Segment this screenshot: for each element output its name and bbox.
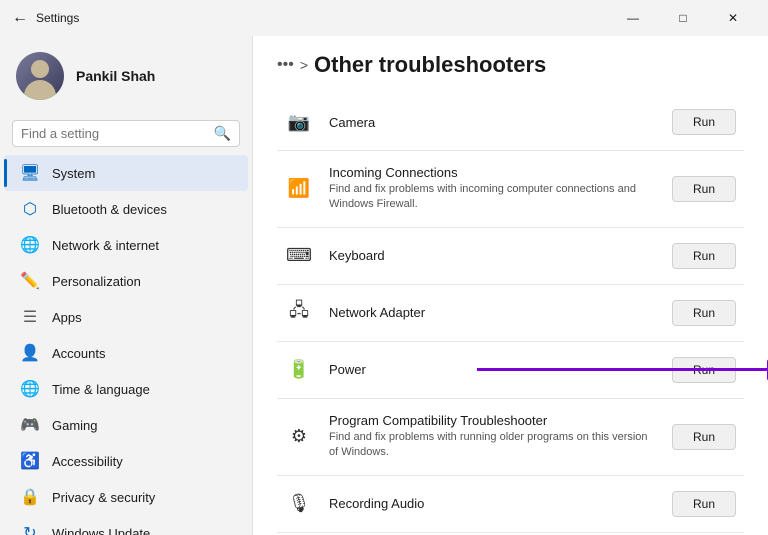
troubleshooter-item-power: 🔋PowerRun xyxy=(277,342,744,399)
avatar xyxy=(16,52,64,100)
troubleshooter-item-incoming-connections: 📶 Incoming Connections Find and fix proble… xyxy=(277,151,744,228)
sidebar-item-label-time: Time & language xyxy=(52,382,150,397)
incoming-connections-name: Incoming Connections xyxy=(329,165,656,180)
keyboard-name: Keyboard xyxy=(329,248,656,263)
personalization-icon: ✏️ xyxy=(20,271,40,291)
troubleshooter-item-camera: 📷 Camera Run xyxy=(277,94,744,151)
camera-text: Camera xyxy=(329,115,656,130)
close-button[interactable]: ✕ xyxy=(710,4,756,32)
sidebar-item-label-accounts: Accounts xyxy=(52,346,105,361)
privacy-icon: 🔒 xyxy=(20,487,40,507)
sidebar-item-label-personalization: Personalization xyxy=(52,274,141,289)
incoming-connections-text: Incoming Connections Find and fix problem… xyxy=(329,165,656,213)
sidebar-item-system[interactable]: 🖥 System xyxy=(4,155,248,191)
sidebar-item-update[interactable]: ↻ Windows Update xyxy=(4,515,248,535)
breadcrumb-separator: > xyxy=(300,57,308,73)
sidebar-item-time[interactable]: 🌐 Time & language xyxy=(4,371,248,407)
troubleshooter-item-program-compatibility: ⚙ Program Compatibility Troubleshooter Fin… xyxy=(277,399,744,476)
search-box[interactable]: 🔍 xyxy=(12,120,240,147)
apps-icon: ☰ xyxy=(20,307,40,327)
keyboard-icon: ⌨ xyxy=(285,242,313,270)
recording-audio-name: Recording Audio xyxy=(329,496,656,511)
sidebar-item-privacy[interactable]: 🔒 Privacy & security xyxy=(4,479,248,515)
troubleshooter-list: 📷 Camera Run 📶 Incoming Connections Find and … xyxy=(277,94,744,533)
sidebar-item-accounts[interactable]: 👤 Accounts xyxy=(4,335,248,371)
sidebar-item-label-privacy: Privacy & security xyxy=(52,490,155,505)
breadcrumb-dots: ••• xyxy=(277,56,294,74)
arrow-line xyxy=(477,368,767,371)
content-area: ••• > Other troubleshooters 📷 Camera Run 📶 I… xyxy=(252,36,768,535)
network-adapter-name: Network Adapter xyxy=(329,305,656,320)
title-bar: ← Settings — □ ✕ xyxy=(0,0,768,36)
program-compatibility-run-button[interactable]: Run xyxy=(672,424,736,450)
back-button[interactable]: ← xyxy=(12,9,28,27)
sidebar-item-apps[interactable]: ☰ Apps xyxy=(4,299,248,335)
minimize-button[interactable]: — xyxy=(610,4,656,32)
sidebar-item-network[interactable]: 🌐 Network & internet xyxy=(4,227,248,263)
title-bar-left: ← Settings xyxy=(12,9,79,27)
user-profile[interactable]: Pankil Shah xyxy=(0,44,252,116)
sidebar-item-personalization[interactable]: ✏️ Personalization xyxy=(4,263,248,299)
sidebar-item-label-accessibility: Accessibility xyxy=(52,454,123,469)
incoming-connections-desc: Find and fix problems with incoming comp… xyxy=(329,182,656,213)
program-compatibility-text: Program Compatibility Troubleshooter Find… xyxy=(329,413,656,461)
search-input[interactable] xyxy=(21,126,208,141)
network-adapter-run-button[interactable]: Run xyxy=(672,300,736,326)
system-icon: 🖥 xyxy=(20,163,40,183)
sidebar-item-bluetooth[interactable]: ⬡ Bluetooth & devices xyxy=(4,191,248,227)
keyboard-run-button[interactable]: Run xyxy=(672,243,736,269)
troubleshooter-item-network-adapter: 🖧 Network Adapter Run xyxy=(277,285,744,342)
sidebar-item-label-network: Network & internet xyxy=(52,238,159,253)
accounts-icon: 👤 xyxy=(20,343,40,363)
program-compatibility-desc: Find and fix problems with running older… xyxy=(329,430,656,461)
search-icon: 🔍 xyxy=(214,125,231,142)
time-icon: 🌐 xyxy=(20,379,40,399)
power-icon: 🔋 xyxy=(285,356,313,384)
maximize-button[interactable]: □ xyxy=(660,4,706,32)
app-title: Settings xyxy=(36,11,79,25)
bluetooth-icon: ⬡ xyxy=(20,199,40,219)
sidebar-item-label-apps: Apps xyxy=(52,310,82,325)
network-icon: 🌐 xyxy=(20,235,40,255)
troubleshooter-item-recording-audio: 🎙 Recording Audio Run xyxy=(277,476,744,533)
sidebar-item-label-system: System xyxy=(52,166,95,181)
program-compatibility-icon: ⚙ xyxy=(285,423,313,451)
sidebar-item-label-gaming: Gaming xyxy=(52,418,98,433)
network-adapter-icon: 🖧 xyxy=(285,299,313,327)
update-icon: ↻ xyxy=(20,523,40,535)
sidebar-item-accessibility[interactable]: ♿ Accessibility xyxy=(4,443,248,479)
nav-menu: 🖥 System ⬡ Bluetooth & devices 🌐 Network & in… xyxy=(0,155,252,535)
avatar-image xyxy=(16,52,64,100)
recording-audio-icon: 🎙 xyxy=(285,490,313,518)
program-compatibility-name: Program Compatibility Troubleshooter xyxy=(329,413,656,428)
recording-audio-run-button[interactable]: Run xyxy=(672,491,736,517)
camera-run-button[interactable]: Run xyxy=(672,109,736,135)
incoming-connections-icon: 📶 xyxy=(285,175,313,203)
power-arrow xyxy=(477,360,768,380)
accessibility-icon: ♿ xyxy=(20,451,40,471)
network-adapter-text: Network Adapter xyxy=(329,305,656,320)
main-layout: Pankil Shah 🔍 🖥 System ⬡ Bluetooth & device… xyxy=(0,36,768,535)
breadcrumb: ••• > Other troubleshooters xyxy=(277,52,744,78)
sidebar-item-label-bluetooth: Bluetooth & devices xyxy=(52,202,167,217)
sidebar-item-label-update: Windows Update xyxy=(52,526,150,535)
user-name: Pankil Shah xyxy=(76,68,155,84)
search-container: 🔍 xyxy=(0,116,252,155)
window-controls: — □ ✕ xyxy=(610,4,756,32)
sidebar: Pankil Shah 🔍 🖥 System ⬡ Bluetooth & device… xyxy=(0,36,252,535)
recording-audio-text: Recording Audio xyxy=(329,496,656,511)
incoming-connections-run-button[interactable]: Run xyxy=(672,176,736,202)
sidebar-item-gaming[interactable]: 🎮 Gaming xyxy=(4,407,248,443)
camera-icon: 📷 xyxy=(285,108,313,136)
gaming-icon: 🎮 xyxy=(20,415,40,435)
page-title: Other troubleshooters xyxy=(314,52,546,78)
camera-name: Camera xyxy=(329,115,656,130)
troubleshooter-item-keyboard: ⌨ Keyboard Run xyxy=(277,228,744,285)
keyboard-text: Keyboard xyxy=(329,248,656,263)
